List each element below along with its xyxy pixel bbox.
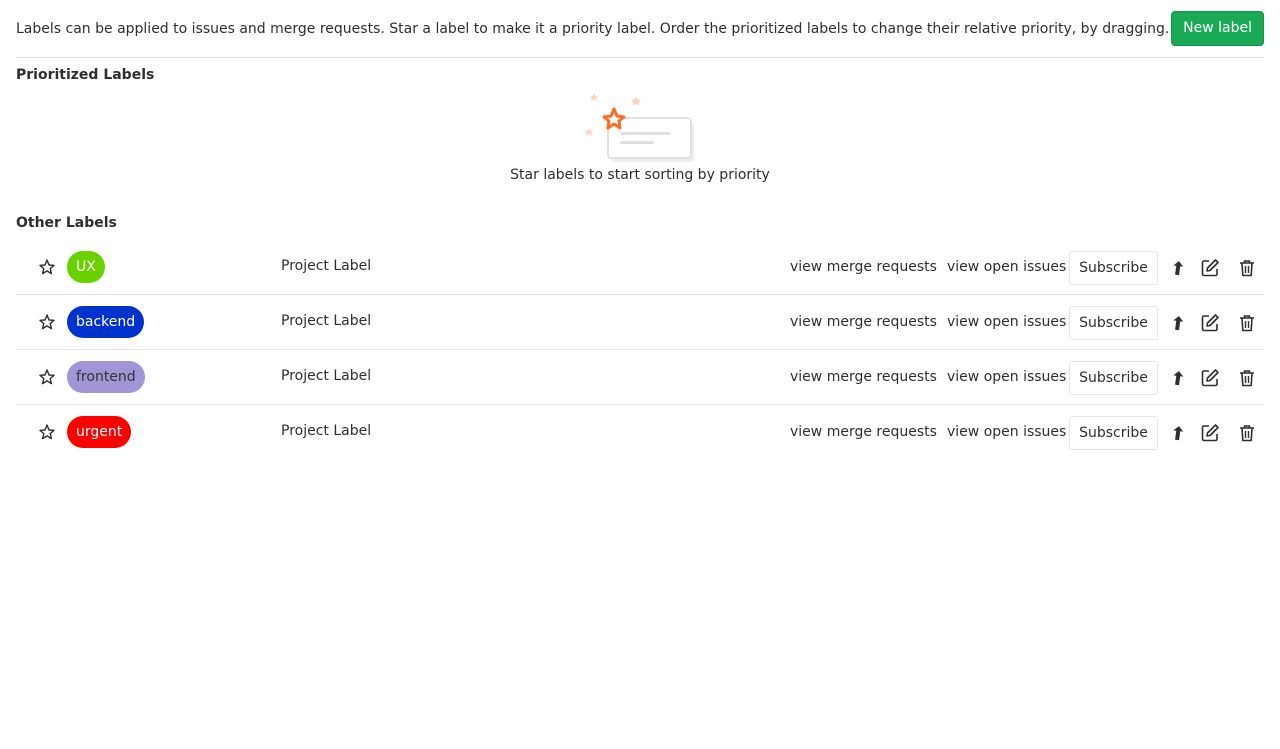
promote-arrow-icon[interactable] [1168, 258, 1188, 278]
label-badge[interactable]: urgent [67, 416, 132, 448]
labels-top-bar: Labels can be applied to issues and merg… [16, 0, 1264, 58]
label-badge[interactable]: frontend [67, 361, 145, 393]
star-outline-icon[interactable] [38, 423, 56, 441]
trash-icon[interactable] [1237, 368, 1257, 388]
label-row-backend: backend Project Label view merge request… [16, 295, 1264, 350]
star-outline-icon[interactable] [38, 368, 56, 386]
label-description: Project Label [281, 313, 372, 329]
subscribe-button[interactable]: Subscribe [1069, 416, 1158, 450]
trash-icon[interactable] [1237, 313, 1257, 333]
view-open-issues-link[interactable]: view open issues [947, 314, 1066, 330]
edit-pencil-icon[interactable] [1200, 368, 1220, 388]
labels-page: Labels can be applied to issues and merg… [0, 0, 1280, 749]
view-open-issues-link[interactable]: view open issues [947, 424, 1066, 440]
label-description: Project Label [281, 258, 372, 274]
promote-arrow-icon[interactable] [1168, 313, 1188, 333]
view-open-issues-link[interactable]: view open issues [947, 259, 1066, 275]
view-merge-requests-link[interactable]: view merge requests [790, 424, 937, 440]
label-row-frontend: frontend Project Label view merge reques… [16, 350, 1264, 405]
view-merge-requests-link[interactable]: view merge requests [790, 369, 937, 385]
trash-icon[interactable] [1237, 423, 1257, 443]
label-description: Project Label [281, 423, 372, 439]
subscribe-button[interactable]: Subscribe [1069, 251, 1158, 285]
labels-intro-text: Labels can be applied to issues and merg… [16, 21, 1170, 37]
star-outline-icon[interactable] [38, 258, 56, 276]
prioritized-empty-text: Star labels to start sorting by priority [510, 167, 770, 183]
subscribe-button[interactable]: Subscribe [1069, 361, 1158, 395]
prioritized-labels-title: Prioritized Labels [16, 67, 155, 83]
label-badge[interactable]: UX [67, 251, 105, 283]
new-label-button[interactable]: New label [1171, 11, 1264, 46]
edit-pencil-icon[interactable] [1200, 423, 1220, 443]
other-labels-title: Other Labels [16, 215, 117, 231]
label-row-ux: UX Project Label view merge requests vie… [16, 240, 1264, 295]
label-description: Project Label [281, 368, 372, 384]
view-merge-requests-link[interactable]: view merge requests [790, 314, 937, 330]
label-badge[interactable]: backend [67, 306, 145, 338]
promote-arrow-icon[interactable] [1168, 423, 1188, 443]
empty-state-illustration [585, 93, 694, 162]
view-merge-requests-link[interactable]: view merge requests [790, 259, 937, 275]
other-labels-list: UX Project Label view merge requests vie… [16, 240, 1264, 460]
subscribe-button[interactable]: Subscribe [1069, 306, 1158, 340]
edit-pencil-icon[interactable] [1200, 313, 1220, 333]
trash-icon[interactable] [1237, 258, 1257, 278]
edit-pencil-icon[interactable] [1200, 258, 1220, 278]
label-row-urgent: urgent Project Label view merge requests… [16, 405, 1264, 460]
prioritized-empty-state: Star labels to start sorting by priority [0, 90, 1280, 183]
promote-arrow-icon[interactable] [1168, 368, 1188, 388]
star-outline-icon[interactable] [38, 313, 56, 331]
view-open-issues-link[interactable]: view open issues [947, 369, 1066, 385]
